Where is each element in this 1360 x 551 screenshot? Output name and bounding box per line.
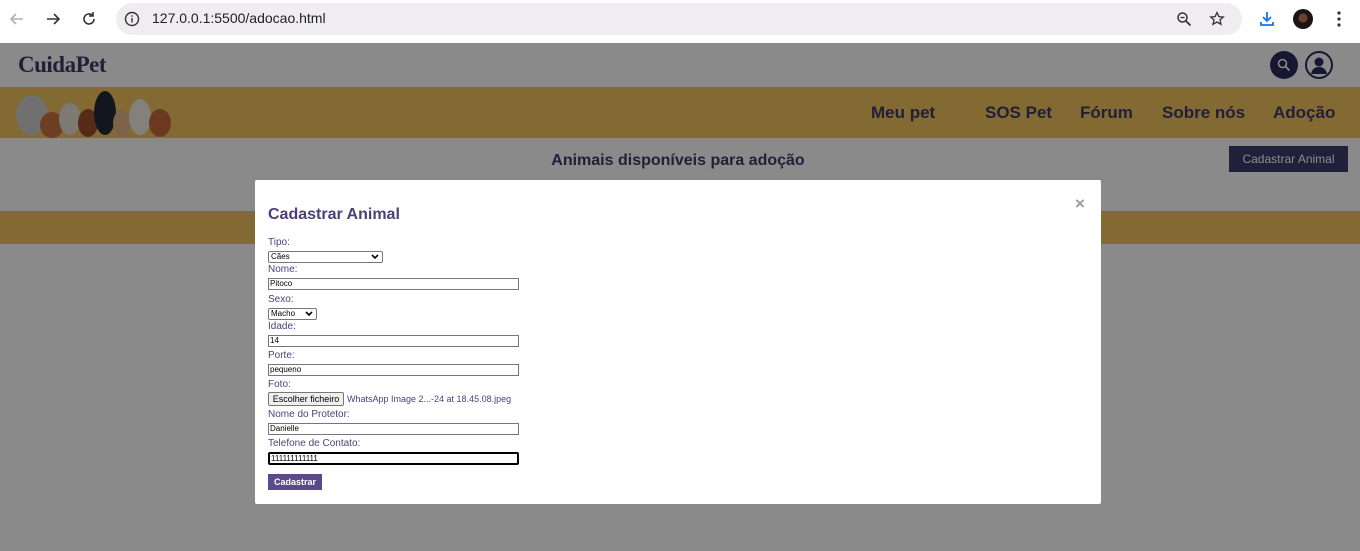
chevron-down-icon (371, 254, 379, 260)
back-icon[interactable] (6, 8, 28, 30)
sexo-value: Macho (271, 309, 296, 318)
foto-label: Foto: (268, 379, 291, 390)
tipo-select[interactable]: Cães (268, 251, 383, 263)
menu-kebab-icon[interactable] (1327, 7, 1351, 31)
address-bar[interactable]: 127.0.0.1:5500/adocao.html (116, 3, 1242, 35)
telefone-input[interactable]: 111111111111 (268, 452, 519, 465)
idade-input[interactable]: 14 (268, 335, 519, 347)
reload-icon[interactable] (78, 8, 100, 30)
chevron-down-icon (305, 311, 313, 317)
tipo-label: Tipo: (268, 237, 290, 248)
protetor-input[interactable]: Danielle (268, 423, 519, 435)
site-info-icon[interactable] (124, 11, 140, 27)
idade-label: Idade: (268, 321, 296, 332)
tipo-value: Cães (271, 252, 290, 261)
url-text[interactable]: 127.0.0.1:5500/adocao.html (152, 10, 326, 26)
choose-file-button[interactable]: Escolher ficheiro (268, 392, 344, 406)
selected-file-name: WhatsApp Image 2...-24 at 18.45.08.jpeg (347, 394, 512, 404)
close-icon[interactable]: × (1075, 194, 1085, 214)
nome-input[interactable]: Pitoco (268, 278, 519, 290)
telefone-label: Telefone de Contato: (268, 438, 361, 449)
forward-icon[interactable] (42, 8, 64, 30)
nome-label: Nome: (268, 264, 298, 275)
download-icon[interactable] (1255, 7, 1279, 31)
register-animal-modal: × Cadastrar Animal Tipo: Cães Nome: Pito… (255, 180, 1101, 504)
sexo-select[interactable]: Macho (268, 308, 317, 320)
porte-label: Porte: (268, 350, 295, 361)
porte-input[interactable]: pequeno (268, 364, 519, 376)
sexo-label: Sexo: (268, 294, 294, 305)
submit-button[interactable]: Cadastrar (268, 474, 322, 490)
modal-title: Cadastrar Animal (268, 206, 400, 223)
profile-avatar[interactable] (1291, 7, 1315, 31)
zoom-icon[interactable] (1174, 9, 1194, 29)
browser-toolbar: 127.0.0.1:5500/adocao.html (0, 0, 1360, 43)
protetor-label: Nome do Protetor: (268, 409, 350, 420)
bookmark-star-icon[interactable] (1207, 9, 1227, 29)
